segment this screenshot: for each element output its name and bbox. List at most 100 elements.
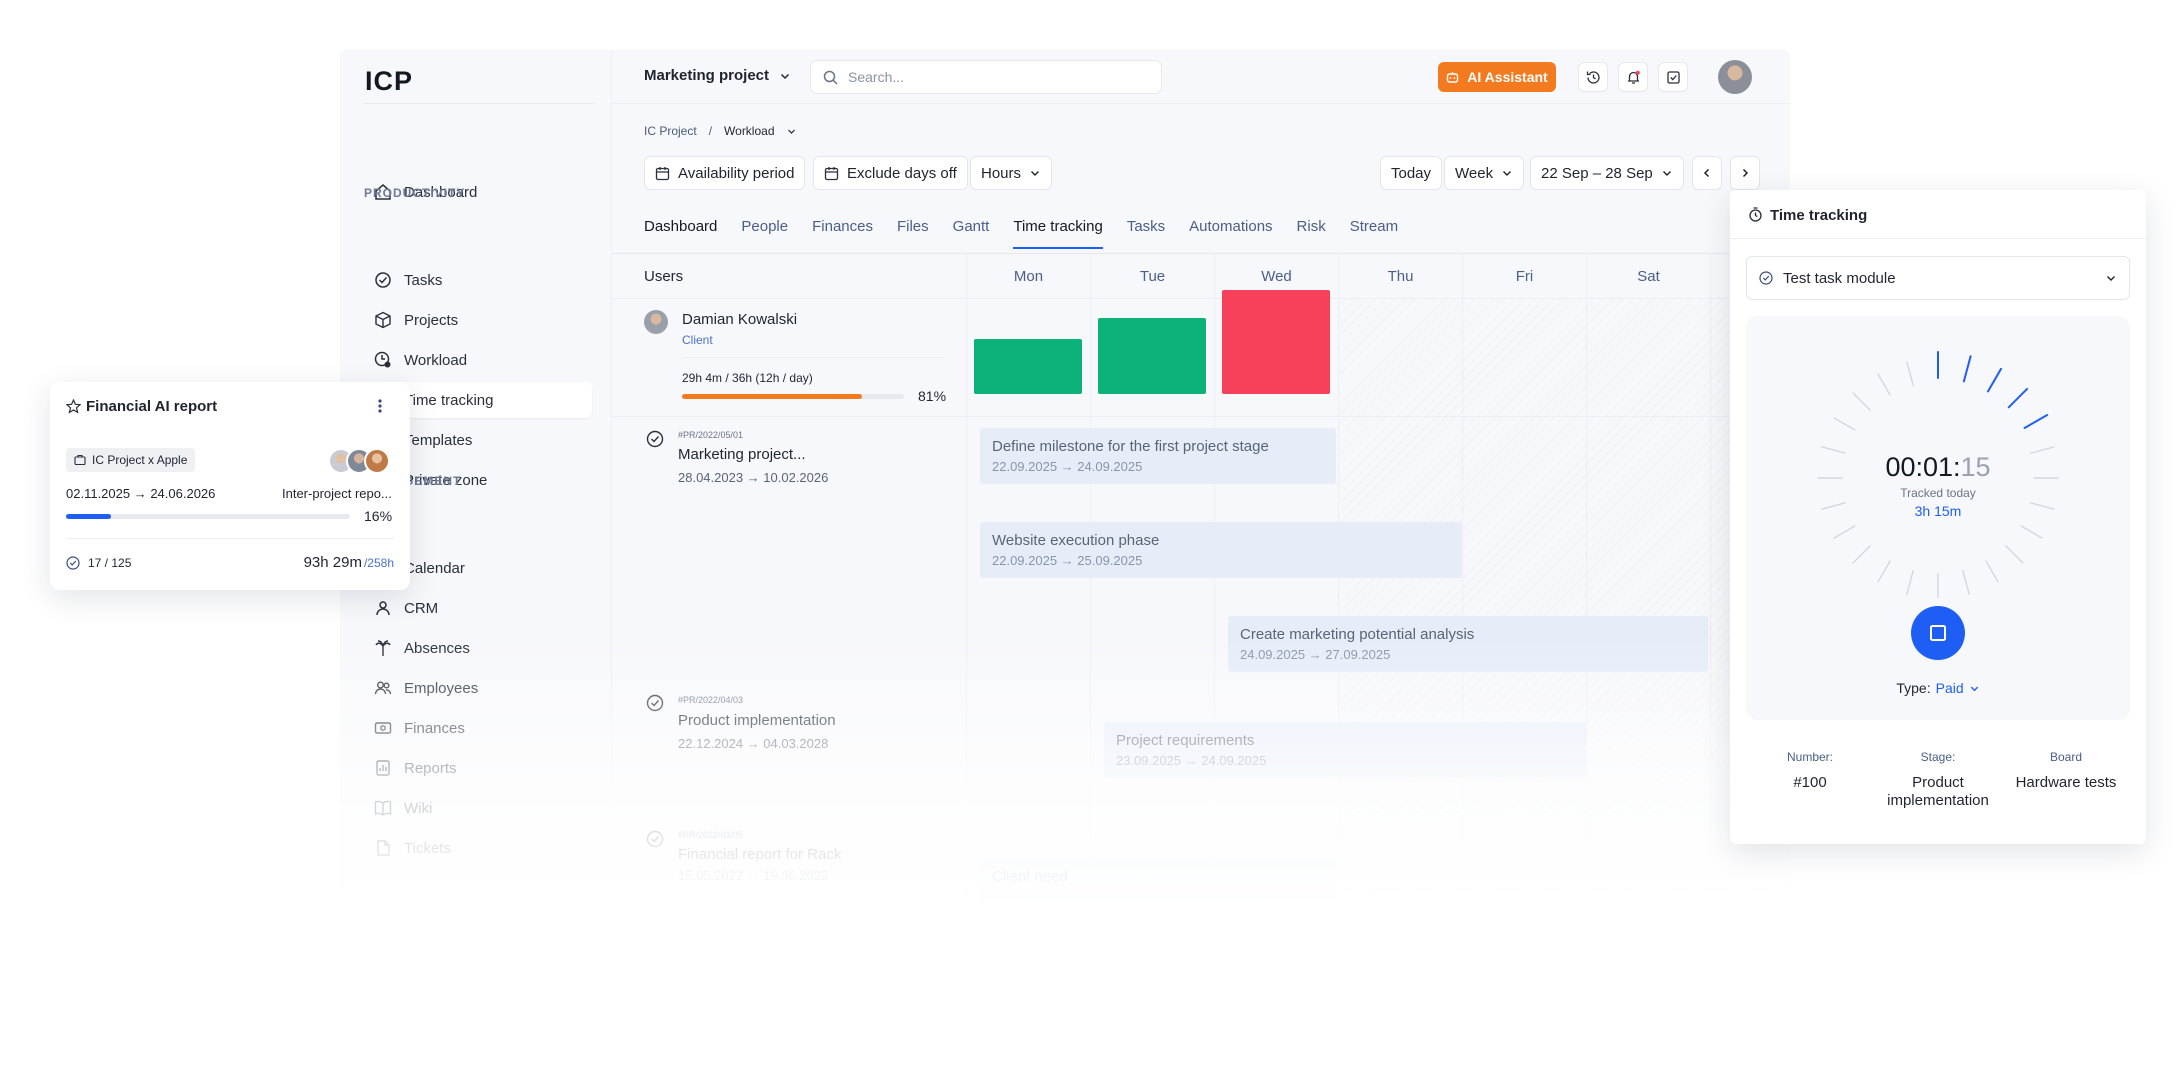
tab-risk[interactable]: Risk bbox=[1297, 218, 1326, 235]
project-name[interactable]: Product implementation bbox=[678, 712, 836, 729]
sidebar-item-reports[interactable]: Reports bbox=[360, 750, 592, 786]
chevron-down-icon bbox=[1503, 171, 1512, 176]
sidebar-item-label: Finances bbox=[404, 719, 465, 737]
project-name: Marketing project bbox=[644, 67, 770, 84]
task-bar[interactable]: Client need bbox=[980, 858, 1336, 908]
project-name[interactable]: Financial report for Rack bbox=[678, 846, 841, 863]
tab-people[interactable]: People bbox=[741, 218, 788, 235]
project-name[interactable]: Marketing project... bbox=[678, 446, 806, 463]
sidebar-item-absences[interactable]: Absences bbox=[360, 630, 592, 666]
day-header-fri: Fri bbox=[1462, 254, 1586, 298]
tracked-label: Tracked today bbox=[1900, 486, 1976, 500]
dial-tick bbox=[2023, 414, 2049, 429]
sidebar-item-label: CRM bbox=[404, 599, 439, 617]
history-button[interactable] bbox=[1578, 62, 1608, 92]
user-role: Client bbox=[682, 333, 713, 347]
stop-button[interactable] bbox=[1911, 606, 1965, 660]
divider bbox=[966, 298, 967, 950]
more-icon[interactable] bbox=[378, 398, 382, 414]
ai-assistant-button[interactable]: AI Assistant bbox=[1438, 62, 1556, 92]
sidebar-item-crm[interactable]: CRM bbox=[360, 590, 592, 626]
task-count: 17 / 125 bbox=[66, 556, 131, 570]
sidebar-item-tasks[interactable]: Tasks bbox=[360, 262, 592, 298]
project-dates: 22.12.2024 → 04.03.2028 bbox=[678, 736, 829, 751]
task-bar[interactable]: Website execution phase 22.09.2025 → 25.… bbox=[980, 522, 1462, 578]
ai-assistant-label: AI Assistant bbox=[1467, 69, 1548, 85]
breadcrumb: IC Project / Workload bbox=[644, 124, 796, 138]
sidebar-item-projects[interactable]: Projects bbox=[360, 302, 592, 338]
today-label: Today bbox=[1391, 164, 1432, 182]
breadcrumb-current[interactable]: Workload bbox=[724, 124, 774, 138]
dial-tick bbox=[1833, 417, 1856, 431]
type-selector[interactable]: Type: Paid bbox=[1746, 680, 2130, 696]
availability-label: Availability period bbox=[678, 164, 795, 182]
user-progress-track bbox=[682, 394, 904, 399]
sidebar-item-finances[interactable]: Finances bbox=[360, 710, 592, 746]
project-code: #PR/2022/05/01 bbox=[678, 430, 744, 440]
book-icon bbox=[374, 800, 392, 816]
report-progress-fill bbox=[66, 514, 112, 519]
next-week-button[interactable] bbox=[1730, 156, 1760, 190]
dial-tick bbox=[1962, 570, 1970, 595]
availability-period-button[interactable]: Availability period bbox=[644, 156, 806, 190]
user-name[interactable]: Damian Kowalski bbox=[682, 311, 797, 328]
stop-icon bbox=[1930, 625, 1946, 641]
search-placeholder: Search... bbox=[848, 69, 905, 85]
report-icon bbox=[376, 760, 390, 776]
sidebar-item-wiki[interactable]: Wiki bbox=[360, 790, 592, 826]
check-circle-icon bbox=[375, 272, 391, 288]
tab-stream[interactable]: Stream bbox=[1350, 218, 1398, 235]
tab-gantt[interactable]: Gantt bbox=[953, 218, 990, 235]
chevron-down-icon bbox=[2107, 276, 2115, 281]
sidebar-invite[interactable]: Invite bbox=[360, 904, 592, 940]
money-icon bbox=[374, 722, 392, 734]
breadcrumb-separator: / bbox=[708, 124, 713, 138]
report-type: Inter-project repo... bbox=[282, 486, 392, 501]
tab-tasks[interactable]: Tasks bbox=[1127, 218, 1165, 235]
exclude-label: Exclude days off bbox=[847, 164, 957, 182]
tasks-button[interactable] bbox=[1658, 62, 1688, 92]
financial-report-card[interactable]: Financial AI report IC Project x Apple 0… bbox=[50, 382, 410, 590]
card-dates: 02.11.2025 → 24.06.2026 bbox=[66, 486, 216, 501]
sidebar-item-tickets[interactable]: Tickets bbox=[360, 830, 592, 866]
dial-tick bbox=[1833, 525, 1856, 539]
tab-files[interactable]: Files bbox=[897, 218, 929, 235]
sidebar-item-label: Absences bbox=[404, 639, 470, 657]
sidebar-item-label: Tickets bbox=[404, 839, 451, 857]
task-dates: 24.09.2025 → 27.09.2025 bbox=[1240, 647, 1391, 662]
task-bar[interactable]: Project requirements 23.09.2025 → 24.09.… bbox=[1104, 722, 1586, 778]
star-icon[interactable] bbox=[66, 399, 81, 414]
user-avatar[interactable] bbox=[1718, 60, 1752, 94]
task-bar[interactable]: Define milestone for the first project s… bbox=[980, 428, 1336, 484]
task-select[interactable]: Test task module bbox=[1746, 256, 2130, 300]
tab-dashboard[interactable]: Dashboard bbox=[644, 218, 717, 235]
stage-label: Stage: bbox=[1920, 750, 1956, 764]
breadcrumb-root[interactable]: IC Project bbox=[644, 124, 697, 138]
stopwatch-icon bbox=[1748, 207, 1763, 222]
tab-automations[interactable]: Automations bbox=[1189, 218, 1272, 235]
notifications-button[interactable] bbox=[1618, 62, 1648, 92]
day-header-tue: Tue bbox=[1090, 254, 1214, 298]
divider bbox=[66, 538, 394, 539]
date-range-label: 22 Sep – 28 Sep bbox=[1541, 164, 1653, 182]
sidebar-item-employees[interactable]: Employees bbox=[360, 670, 592, 706]
dial-tick bbox=[1906, 361, 1914, 386]
users-icon bbox=[374, 681, 392, 695]
sidebar-item-workload[interactable]: Workload bbox=[360, 342, 592, 378]
search-input[interactable]: Search... bbox=[810, 60, 1162, 94]
tab-time-tracking[interactable]: Time tracking bbox=[1013, 218, 1104, 249]
sidebar-item-label: Calendar bbox=[404, 559, 465, 577]
divider bbox=[612, 416, 1790, 417]
project-selector[interactable]: Marketing project bbox=[644, 67, 791, 84]
sidebar-item-label: Reports bbox=[404, 759, 457, 777]
unit-select[interactable]: Hours bbox=[970, 156, 1053, 190]
today-button[interactable]: Today bbox=[1380, 156, 1443, 190]
tab-finances[interactable]: Finances bbox=[812, 218, 873, 235]
day-header-thu: Thu bbox=[1338, 254, 1462, 298]
exclude-days-off-button[interactable]: Exclude days off bbox=[813, 156, 968, 190]
task-bar[interactable]: Create marketing potential analysis 24.0… bbox=[1228, 616, 1708, 672]
date-range-select[interactable]: 22 Sep – 28 Sep bbox=[1530, 156, 1684, 190]
board-field: Board Hardware tests bbox=[2002, 750, 2130, 791]
prev-week-button[interactable] bbox=[1692, 156, 1722, 190]
range-mode-select[interactable]: Week bbox=[1444, 156, 1525, 190]
